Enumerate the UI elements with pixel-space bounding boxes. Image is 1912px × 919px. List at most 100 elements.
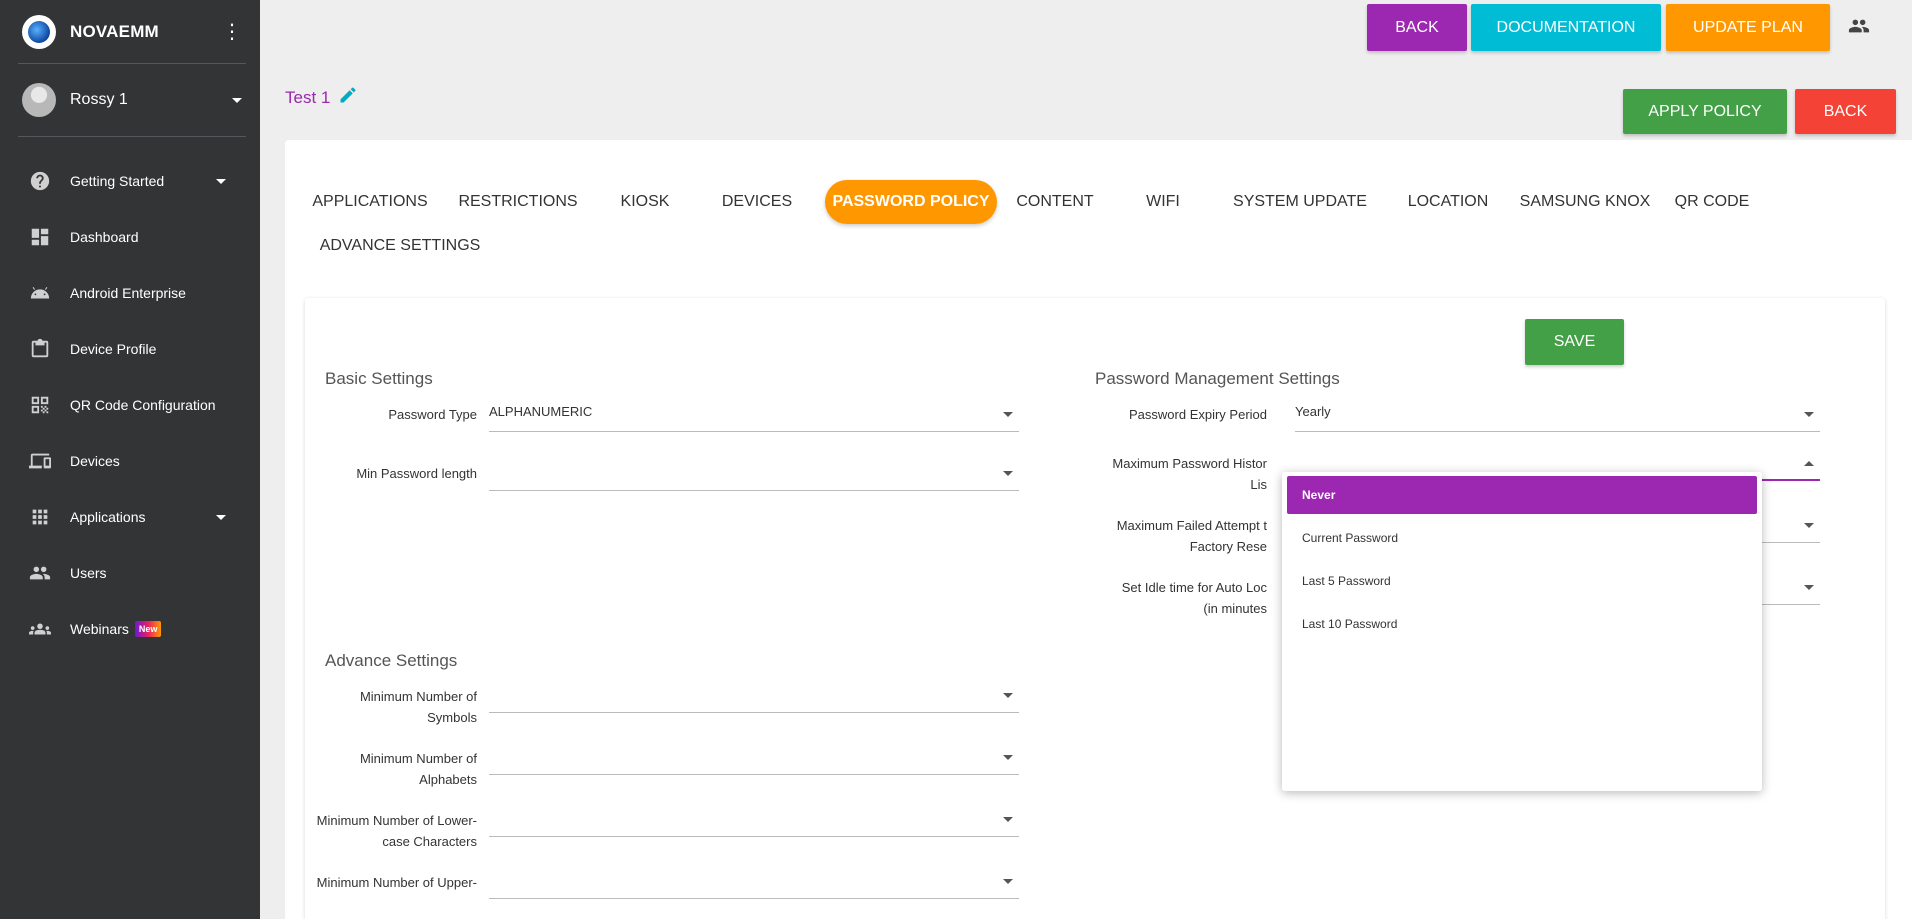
chevron-down-icon <box>216 178 226 184</box>
sidebar-item-label: Devices <box>70 453 120 469</box>
sidebar-item-android-enterprise[interactable]: Android Enterprise <box>0 265 260 321</box>
dropdown-arrow-icon <box>1003 755 1013 760</box>
policy-title: Test 1 <box>285 85 358 110</box>
dropdown-arrow-icon <box>1804 412 1814 417</box>
apps-grid-icon <box>28 505 52 529</box>
sidebar: NOVAEMM ⋮ Rossy 1 Getting Started Dashbo… <box>0 0 260 919</box>
label-line: case Characters <box>382 834 477 849</box>
brand-name: NOVAEMM <box>70 22 159 41</box>
sidebar-item-qr-code-configuration[interactable]: QR Code Configuration <box>0 377 260 433</box>
tab-advance-settings[interactable]: ADVANCE SETTINGS <box>305 224 495 268</box>
tab-location[interactable]: LOCATION <box>1393 180 1503 224</box>
tab-applications[interactable]: APPLICATIONS <box>305 180 435 224</box>
back-button[interactable]: BACK <box>1367 4 1467 51</box>
edit-pencil-icon[interactable] <box>330 85 358 110</box>
min-uppercase-label: Minimum Number of Upper- <box>305 872 477 893</box>
sidebar-item-device-profile[interactable]: Device Profile <box>0 321 260 377</box>
min-lowercase-label: Minimum Number of Lower- case Characters <box>305 810 477 852</box>
label-line: Minimum Number of <box>359 689 477 704</box>
policy-tabs: APPLICATIONS RESTRICTIONS KIOSK DEVICES … <box>305 180 1885 308</box>
min-lowercase-select[interactable] <box>489 805 1019 837</box>
user-name: Rossy 1 <box>70 91 128 108</box>
tab-restrictions[interactable]: RESTRICTIONS <box>457 180 579 224</box>
tab-system-update[interactable]: SYSTEM UPDATE <box>1225 180 1375 224</box>
tab-kiosk[interactable]: KIOSK <box>605 180 685 224</box>
documentation-button[interactable]: DOCUMENTATION <box>1471 4 1661 51</box>
dashboard-icon <box>28 225 52 249</box>
dropdown-arrow-icon <box>1804 523 1814 528</box>
tab-samsung-knox[interactable]: SAMSUNG KNOX <box>1515 180 1655 224</box>
avatar <box>22 83 56 117</box>
sidebar-item-users[interactable]: Users <box>0 545 260 601</box>
policy-back-button[interactable]: BACK <box>1795 89 1896 134</box>
android-icon <box>28 281 52 305</box>
clipboard-icon <box>28 337 52 361</box>
sidebar-nav: Getting Started Dashboard Android Enterp… <box>0 153 260 657</box>
sidebar-item-label: Applications <box>70 509 146 525</box>
password-expiry-select[interactable]: Yearly <box>1295 400 1820 432</box>
advance-settings-title: Advance Settings <box>325 651 458 670</box>
dropdown-option-last-5-password[interactable]: Last 5 Password <box>1287 562 1757 600</box>
label-line: Maximum Failed Attempt t <box>1116 518 1267 533</box>
devices-icon <box>28 449 52 473</box>
tab-wifi[interactable]: WIFI <box>1125 180 1201 224</box>
tab-content[interactable]: CONTENT <box>1005 180 1105 224</box>
label-line: (in minutes <box>1203 601 1267 616</box>
tab-password-policy[interactable]: PASSWORD POLICY <box>825 180 997 224</box>
chevron-down-icon <box>216 514 226 520</box>
password-expiry-label: Password Expiry Period <box>1129 407 1267 422</box>
password-management-title: Password Management Settings <box>1095 369 1340 388</box>
help-icon <box>28 169 52 193</box>
user-menu[interactable]: Rossy 1 <box>22 80 246 120</box>
min-uppercase-select[interactable] <box>489 867 1019 899</box>
sidebar-item-label: Dashboard <box>70 229 139 245</box>
max-failed-attempts-label: Maximum Failed Attempt t Factory Rese <box>1095 515 1267 557</box>
dropdown-arrow-icon <box>1003 412 1013 417</box>
label-line: Set Idle time for Auto Loc <box>1121 580 1267 595</box>
apply-policy-button[interactable]: APPLY POLICY <box>1623 89 1787 134</box>
password-expiry-value: Yearly <box>1295 404 1331 419</box>
min-password-length-select[interactable] <box>489 459 1019 491</box>
sidebar-item-label: QR Code Configuration <box>70 397 216 413</box>
sidebar-item-label: Android Enterprise <box>70 285 186 301</box>
label-line: Minimum Number of Lower- <box>316 813 477 828</box>
sidebar-item-label: Getting Started <box>70 173 165 189</box>
sidebar-item-getting-started[interactable]: Getting Started <box>0 153 260 209</box>
account-users-icon[interactable] <box>1848 15 1872 39</box>
label-line: Alphabets <box>419 772 477 787</box>
sidebar-item-dashboard[interactable]: Dashboard <box>0 209 260 265</box>
sidebar-item-label: Users <box>70 565 107 581</box>
sidebar-item-devices[interactable]: Devices <box>0 433 260 489</box>
tab-devices[interactable]: DEVICES <box>712 180 802 224</box>
chevron-down-icon <box>232 97 242 103</box>
sidebar-item-label: Webinars <box>70 621 129 637</box>
dropdown-arrow-icon <box>1804 585 1814 590</box>
min-symbols-select[interactable] <box>489 681 1019 713</box>
sidebar-item-webinars[interactable]: Webinars New <box>0 601 260 657</box>
label-line: Factory Rese <box>1189 539 1267 554</box>
password-type-select[interactable]: ALPHANUMERIC <box>489 400 1019 432</box>
min-alphabets-select[interactable] <box>489 743 1019 775</box>
password-history-dropdown-menu: Never Current Password Last 5 Password L… <box>1282 472 1762 791</box>
dropdown-arrow-icon <box>1003 471 1013 476</box>
min-password-length-label: Min Password length <box>356 466 477 481</box>
dropdown-arrow-icon <box>1003 693 1013 698</box>
policy-name: Test 1 <box>285 87 331 107</box>
dropdown-option-current-password[interactable]: Current Password <box>1287 519 1757 557</box>
password-type-label: Password Type <box>388 407 477 422</box>
dropdown-option-never[interactable]: Never <box>1287 476 1757 514</box>
dropdown-arrow-up-icon <box>1804 461 1814 466</box>
more-vertical-icon[interactable]: ⋮ <box>222 22 246 42</box>
divider <box>18 136 246 137</box>
save-button[interactable]: SAVE <box>1525 319 1624 365</box>
dropdown-arrow-icon <box>1003 879 1013 884</box>
label-line: Maximum Password Histor <box>1112 456 1267 471</box>
label-line: Minimum Number of Upper- <box>316 875 477 890</box>
label-line: Minimum Number of <box>359 751 477 766</box>
sidebar-item-applications[interactable]: Applications <box>0 489 260 545</box>
brand-logo-icon <box>22 15 56 49</box>
update-plan-button[interactable]: UPDATE PLAN <box>1666 4 1830 51</box>
tab-qr-code[interactable]: QR CODE <box>1667 180 1757 224</box>
dropdown-option-last-10-password[interactable]: Last 10 Password <box>1287 605 1757 643</box>
qr-code-icon <box>28 393 52 417</box>
